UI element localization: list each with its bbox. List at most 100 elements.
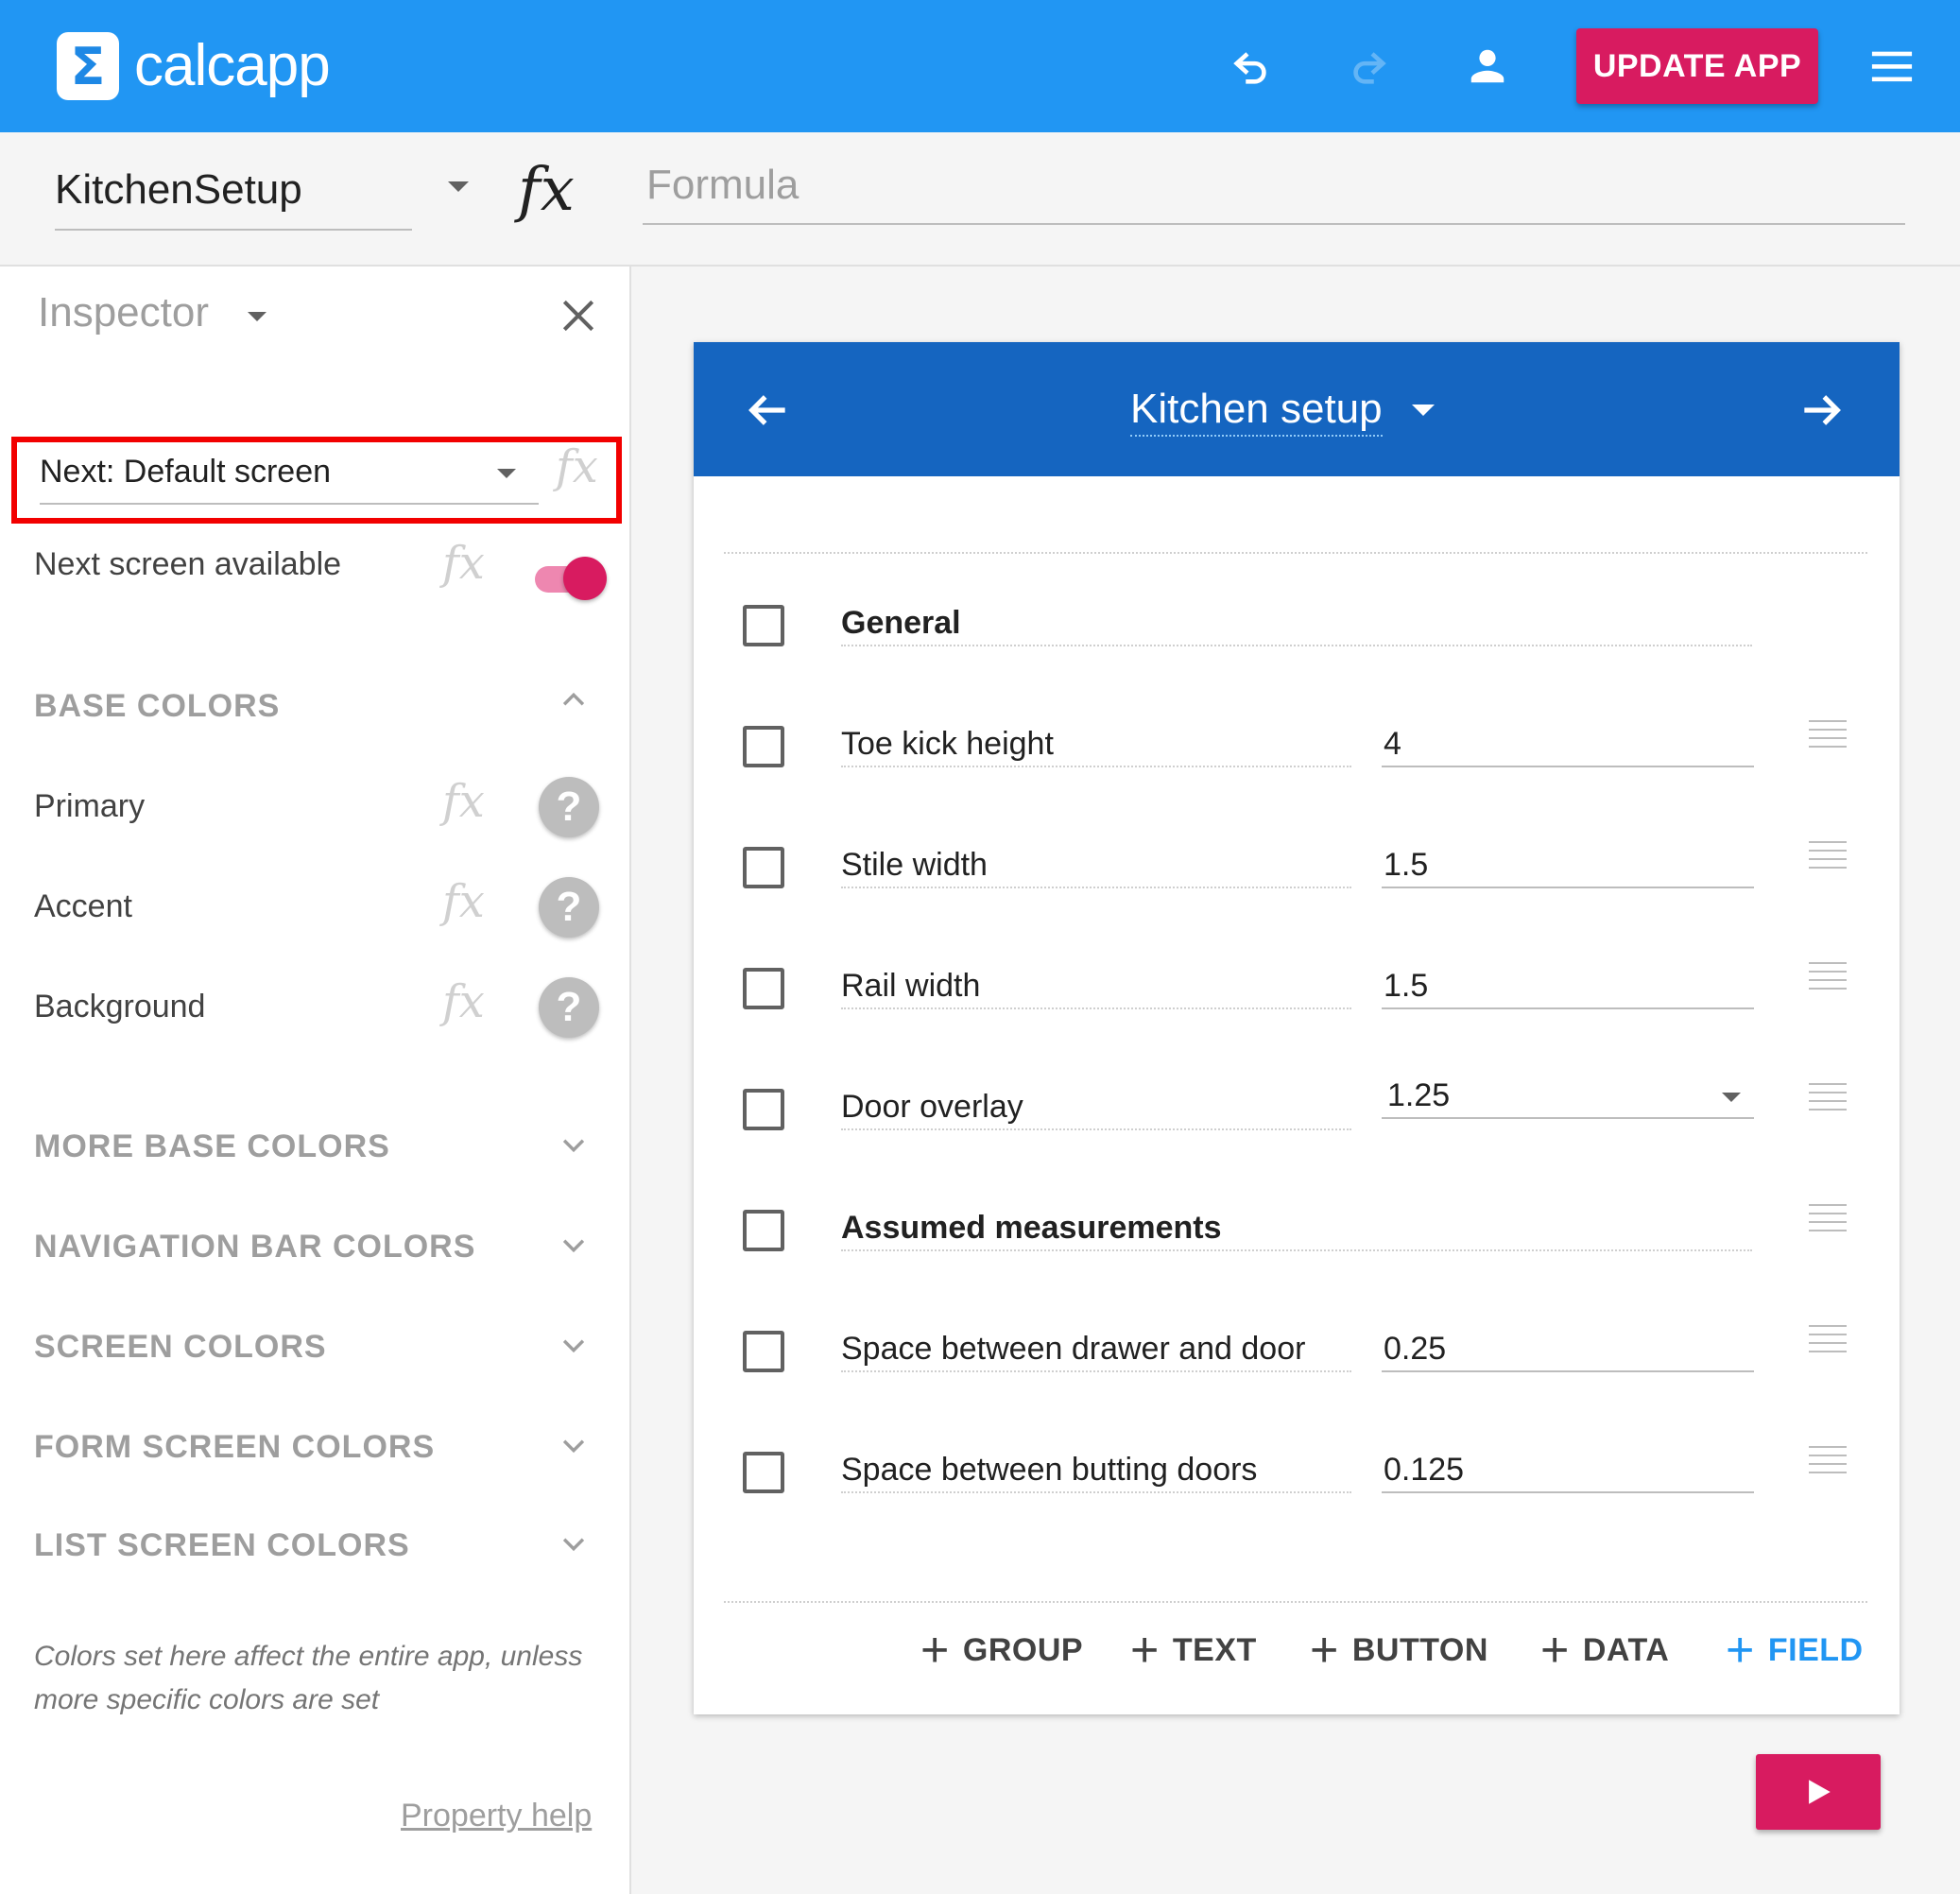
field-value-input[interactable]: 0.125: [1382, 1448, 1754, 1493]
fx-icon[interactable]: fx: [442, 537, 485, 590]
add-data-label: DATA: [1582, 1631, 1670, 1668]
update-app-button[interactable]: UPDATE APP: [1576, 28, 1818, 104]
plus-icon: +: [1130, 1623, 1160, 1678]
drag-handle-icon[interactable]: [1809, 1083, 1847, 1111]
drag-handle-icon[interactable]: [1809, 1446, 1847, 1474]
chevron-down-icon[interactable]: [248, 312, 266, 321]
group-label[interactable]: Assumed measurements: [841, 1206, 1752, 1251]
color-prop-label: Background: [34, 989, 206, 1024]
chevron-down-icon[interactable]: [448, 181, 469, 192]
row-checkbox[interactable]: [743, 1089, 784, 1130]
next-screen-available-label: Next screen available: [34, 546, 342, 582]
next-screen-select[interactable]: Next: Default screen: [40, 450, 539, 505]
section-screen-colors[interactable]: SCREEN COLORS: [34, 1329, 327, 1366]
property-help-link[interactable]: Property help: [401, 1798, 592, 1834]
drag-handle-icon[interactable]: [1809, 1325, 1847, 1353]
chevron-down-icon[interactable]: [558, 1229, 590, 1261]
fx-icon[interactable]: fx: [442, 775, 485, 828]
chevron-down-icon[interactable]: [558, 1329, 590, 1361]
row-checkbox[interactable]: [743, 1452, 784, 1493]
section-more-base-colors[interactable]: MORE BASE COLORS: [34, 1128, 390, 1165]
color-prop-label: Accent: [34, 888, 132, 924]
chevron-down-icon[interactable]: [558, 1128, 590, 1161]
formula-input[interactable]: Formula: [643, 161, 1905, 225]
field-value-input[interactable]: 0.25: [1382, 1327, 1754, 1372]
plus-icon: +: [1726, 1623, 1755, 1678]
plus-icon: +: [1310, 1623, 1339, 1678]
drag-handle-icon[interactable]: [1809, 1204, 1847, 1232]
section-navigation-bar-colors[interactable]: NAVIGATION BAR COLORS: [34, 1229, 475, 1266]
next-screen-available-toggle[interactable]: [535, 555, 610, 602]
menu-icon[interactable]: [1862, 36, 1922, 96]
help-icon[interactable]: ?: [539, 777, 599, 837]
field-label[interactable]: Toe kick height: [841, 722, 1351, 767]
next-screen-select-value: Next: Default screen: [40, 454, 332, 490]
drag-handle-icon[interactable]: [1809, 841, 1847, 870]
row-checkbox[interactable]: [743, 1210, 784, 1251]
formula-toolbar: KitchenSetup fx Formula: [0, 132, 1960, 267]
drag-handle-icon[interactable]: [1809, 720, 1847, 749]
close-icon[interactable]: [558, 295, 599, 336]
inspector-title[interactable]: Inspector: [38, 289, 209, 336]
field-label[interactable]: Door overlay: [841, 1085, 1351, 1130]
divider: [724, 552, 1867, 554]
screen-select[interactable]: KitchenSetup: [55, 161, 412, 231]
chevron-up-icon[interactable]: [558, 684, 590, 716]
add-button-label: BUTTON: [1351, 1631, 1488, 1668]
add-field-button[interactable]: + FIELD: [1726, 1623, 1864, 1678]
highlight-box: Next: Default screen fx: [11, 437, 622, 524]
add-text-label: TEXT: [1172, 1631, 1257, 1668]
section-form-screen-colors[interactable]: FORM SCREEN COLORS: [34, 1429, 435, 1466]
field-label[interactable]: Rail width: [841, 964, 1351, 1009]
section-base-colors[interactable]: BASE COLORS: [34, 688, 280, 725]
row-checkbox[interactable]: [743, 1331, 784, 1372]
fx-icon[interactable]: fx: [442, 875, 485, 928]
field-value-input[interactable]: 1.5: [1382, 843, 1754, 888]
chevron-down-icon[interactable]: [1412, 405, 1435, 416]
section-list-screen-colors[interactable]: LIST SCREEN COLORS: [34, 1527, 410, 1564]
field-label[interactable]: Space between drawer and door: [841, 1327, 1351, 1372]
field-label[interactable]: Stile width: [841, 843, 1351, 888]
row-checkbox[interactable]: [743, 605, 784, 646]
screen-select-value: KitchenSetup: [55, 166, 302, 213]
field-value-input[interactable]: 1.5: [1382, 964, 1754, 1009]
undo-icon[interactable]: [1221, 36, 1281, 96]
help-icon[interactable]: ?: [539, 877, 599, 938]
field-value-input[interactable]: 4: [1382, 722, 1754, 767]
chevron-down-icon: [1722, 1093, 1741, 1102]
row-checkbox[interactable]: [743, 847, 784, 888]
colors-note: Colors set here affect the entire app, u…: [34, 1641, 583, 1715]
account-icon[interactable]: [1457, 36, 1518, 96]
preview-play-button[interactable]: [1756, 1754, 1881, 1830]
add-group-button[interactable]: + GROUP: [920, 1623, 1084, 1678]
field-select-value: 1.25: [1387, 1077, 1451, 1113]
divider: [724, 1601, 1867, 1603]
help-icon[interactable]: ?: [539, 977, 599, 1038]
fx-icon[interactable]: fx: [556, 440, 598, 493]
chevron-down-icon[interactable]: [558, 1527, 590, 1559]
plus-icon: +: [1540, 1623, 1570, 1678]
row-checkbox[interactable]: [743, 968, 784, 1009]
drag-handle-icon[interactable]: [1809, 962, 1847, 990]
row-checkbox[interactable]: [743, 726, 784, 767]
plus-icon: +: [920, 1623, 950, 1678]
field-value-select[interactable]: 1.25: [1382, 1074, 1754, 1119]
fx-icon[interactable]: fx: [518, 155, 575, 225]
add-text-button[interactable]: + TEXT: [1130, 1623, 1257, 1678]
add-data-button[interactable]: + DATA: [1540, 1623, 1670, 1678]
chevron-down-icon[interactable]: [497, 469, 516, 478]
add-group-label: GROUP: [962, 1631, 1084, 1668]
add-button-button[interactable]: + BUTTON: [1310, 1623, 1488, 1678]
group-label[interactable]: General: [841, 601, 1752, 646]
inspector-panel: Inspector Next: Default screen fx Next s…: [0, 267, 631, 1894]
screen-title[interactable]: Kitchen setup: [1130, 386, 1383, 437]
toggle-thumb: [563, 557, 607, 600]
fx-icon[interactable]: fx: [442, 975, 485, 1028]
redo-icon[interactable]: [1338, 36, 1399, 96]
arrow-back-icon[interactable]: [741, 384, 794, 437]
screen-header: Kitchen setup: [694, 342, 1900, 476]
field-label[interactable]: Space between butting doors: [841, 1448, 1351, 1493]
add-field-label: FIELD: [1767, 1631, 1864, 1668]
chevron-down-icon[interactable]: [558, 1429, 590, 1461]
arrow-forward-icon[interactable]: [1796, 384, 1848, 437]
